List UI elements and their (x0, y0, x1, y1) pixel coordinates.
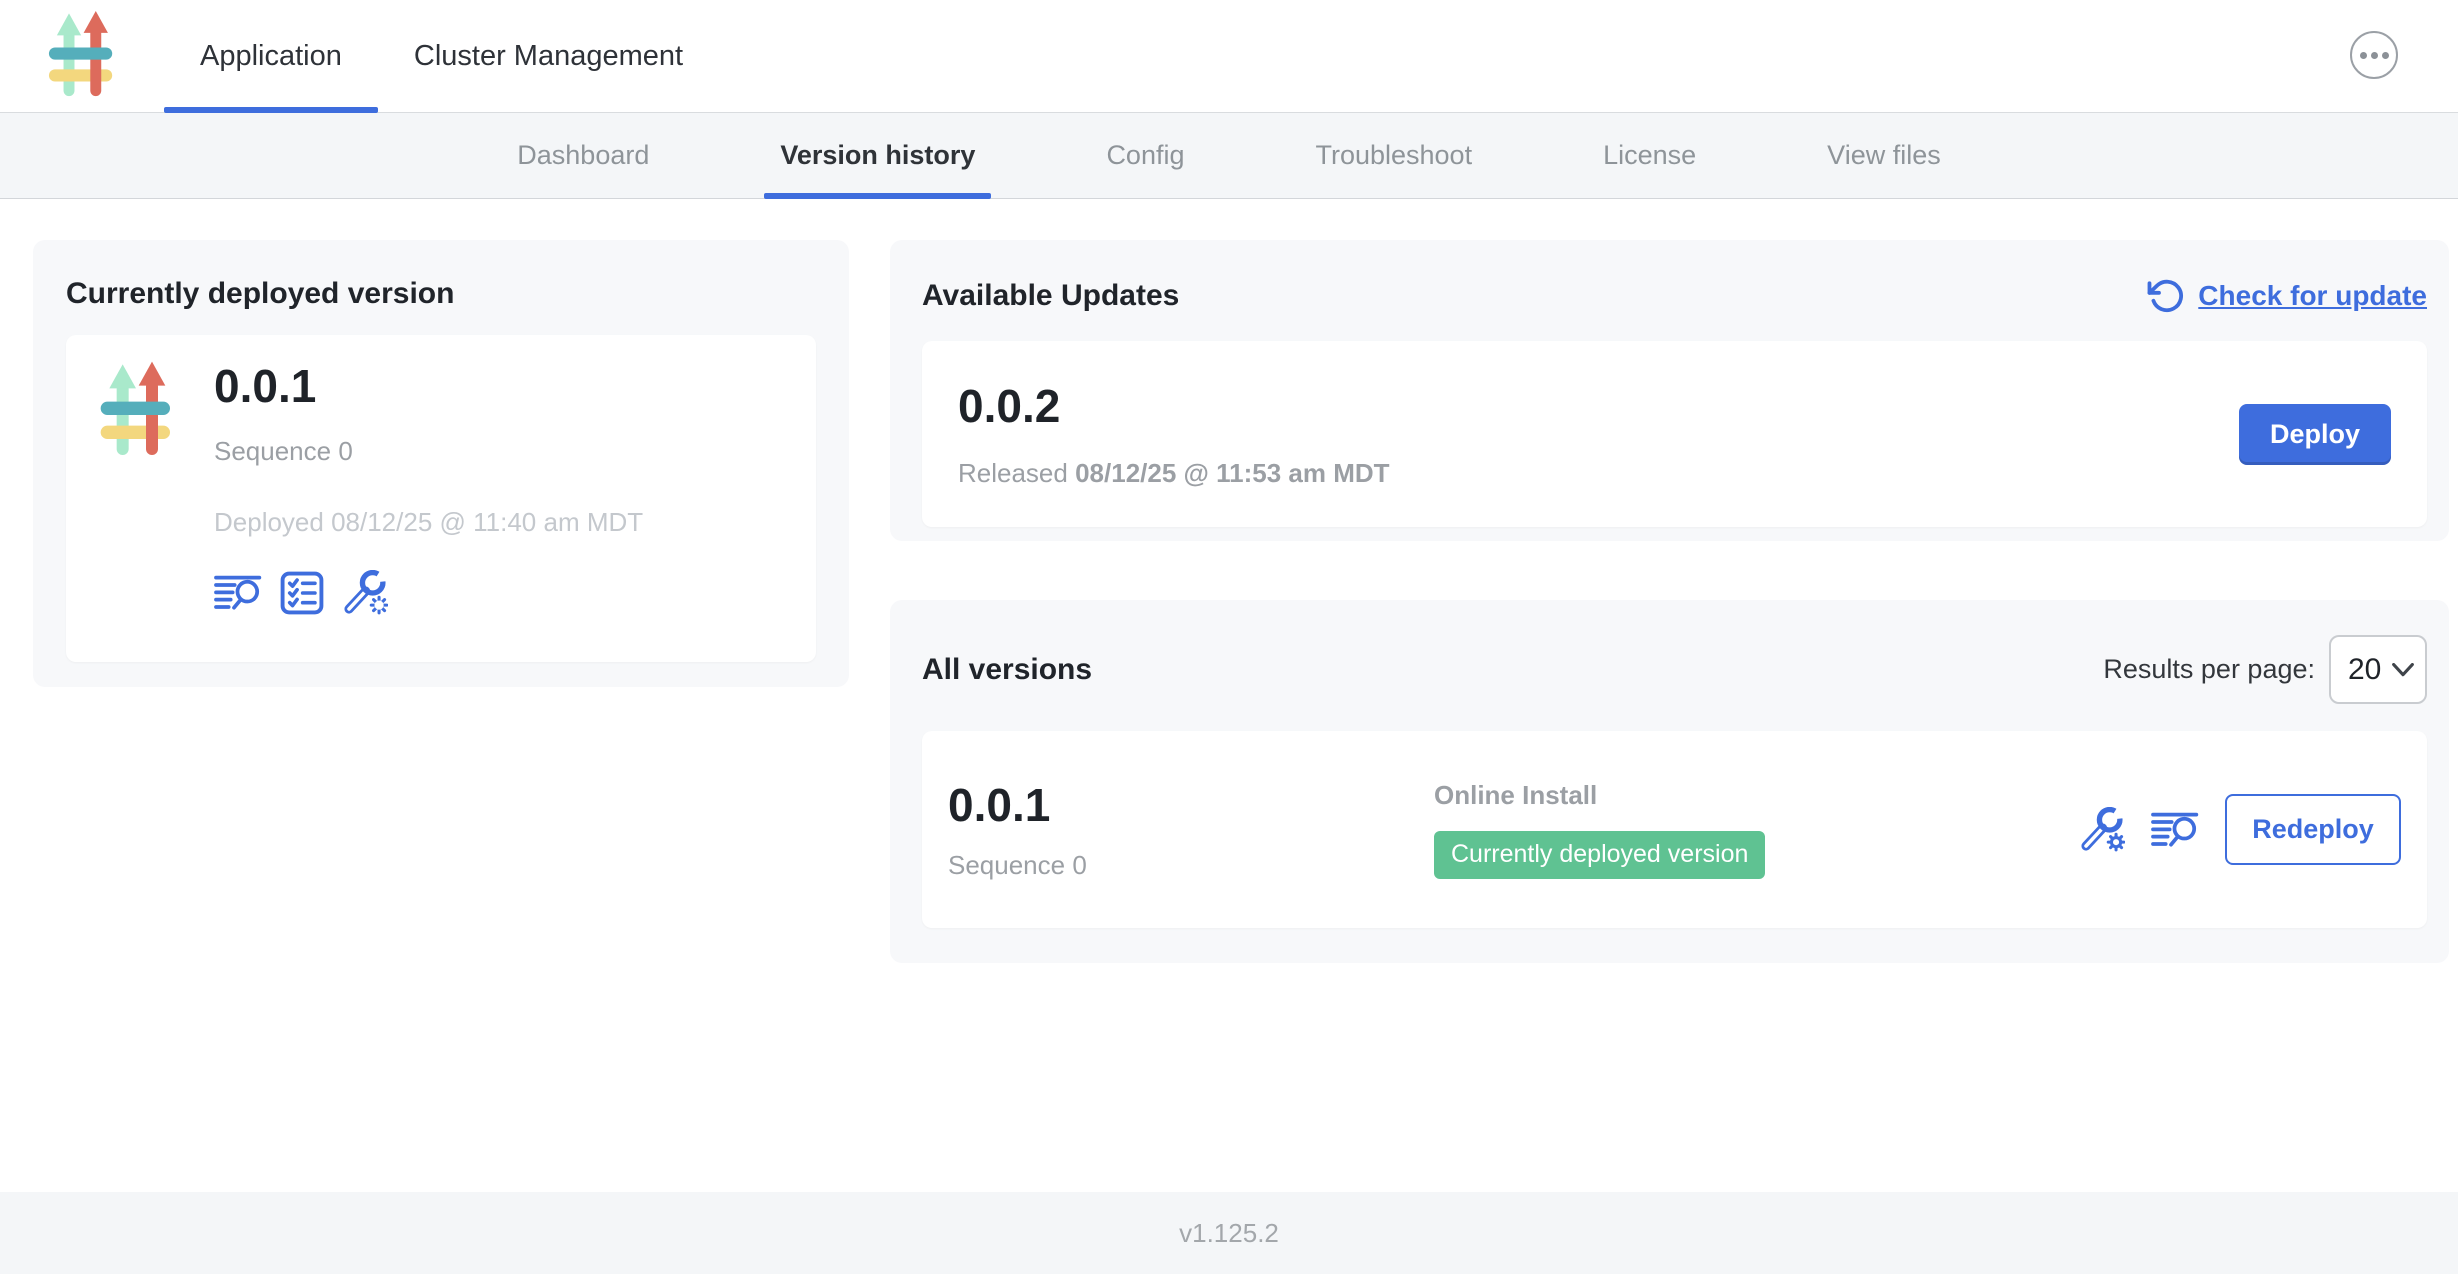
deployed-version-panel: 0.0.1 Sequence 0 Deployed 08/12/25 @ 11:… (66, 335, 816, 662)
main-content: Currently deployed version 0.0 (0, 199, 2458, 1192)
all-versions-title: All versions (922, 653, 1092, 687)
version-row-status: Online Install Currently deployed versio… (1434, 780, 2079, 879)
ellipsis-menu-button[interactable] (2350, 31, 2398, 79)
version-row: 0.0.1 Sequence 0 Online Install Currentl… (922, 731, 2427, 928)
results-per-page-select[interactable]: 20 (2329, 635, 2427, 704)
nav-tab-cluster-management-label: Cluster Management (414, 40, 683, 73)
ellipsis-dot (2360, 52, 2367, 59)
tab-view-files-label: View files (1827, 140, 1941, 171)
console-footer: v1.125.2 (0, 1192, 2458, 1274)
app-subnav: Dashboard Version history Config Trouble… (0, 113, 2458, 199)
admin-console-screen: Application Cluster Management Dashboard… (0, 0, 2458, 1274)
deploy-button[interactable]: Deploy (2239, 404, 2391, 465)
tab-troubleshoot[interactable]: Troubleshoot (1299, 113, 1488, 198)
refresh-icon (2146, 277, 2184, 315)
version-row-sequence: Sequence 0 (948, 850, 1434, 881)
deployed-sequence: Sequence 0 (214, 436, 643, 467)
tab-license[interactable]: License (1587, 113, 1712, 198)
config-wrench-icon[interactable] (342, 570, 388, 616)
logs-icon[interactable] (2151, 810, 2199, 850)
ellipsis-dot (2382, 52, 2389, 59)
install-type-label: Online Install (1434, 780, 2079, 811)
tab-dashboard-label: Dashboard (517, 140, 649, 171)
results-per-page-group: Results per page: 20 (2103, 635, 2427, 704)
deployed-version-info: 0.0.1 Sequence 0 Deployed 08/12/25 @ 11:… (214, 359, 643, 638)
app-logo-icon (98, 361, 178, 461)
app-logo-icon (46, 11, 120, 101)
config-wrench-icon[interactable] (2079, 807, 2125, 853)
available-updates-title: Available Updates (922, 279, 1179, 313)
available-updates-card: Available Updates Check for update 0.0.2… (890, 240, 2449, 541)
app-logo (46, 11, 120, 101)
currently-deployed-card: Currently deployed version 0.0 (33, 240, 849, 687)
results-per-page-label: Results per page: (2103, 654, 2315, 685)
version-row-actions: Redeploy (2079, 794, 2401, 865)
ellipsis-dot (2371, 52, 2378, 59)
deployed-actions (214, 570, 643, 616)
update-row: 0.0.2 Released 08/12/25 @ 11:53 am MDT D… (922, 341, 2427, 527)
all-versions-card: All versions Results per page: 20 (890, 600, 2449, 963)
update-info: 0.0.2 Released 08/12/25 @ 11:53 am MDT (958, 379, 1390, 489)
deployed-column: Currently deployed version 0.0 (33, 240, 849, 687)
versions-column: Available Updates Check for update 0.0.2… (890, 240, 2449, 963)
tab-dashboard[interactable]: Dashboard (501, 113, 665, 198)
console-version: v1.125.2 (1179, 1218, 1279, 1249)
update-released-timestamp: Released 08/12/25 @ 11:53 am MDT (958, 458, 1390, 489)
tab-config[interactable]: Config (1090, 113, 1200, 198)
currently-deployed-badge: Currently deployed version (1434, 831, 1765, 879)
tab-license-label: License (1603, 140, 1696, 171)
tab-version-history[interactable]: Version history (764, 113, 991, 198)
tab-view-files[interactable]: View files (1811, 113, 1957, 198)
check-for-update-label: Check for update (2198, 280, 2427, 312)
nav-tab-application[interactable]: Application (164, 0, 378, 112)
deployed-timestamp: Deployed 08/12/25 @ 11:40 am MDT (214, 507, 643, 538)
tab-troubleshoot-label: Troubleshoot (1315, 140, 1472, 171)
released-date: 08/12/25 @ 11:53 am MDT (1075, 458, 1389, 488)
preflight-checklist-icon[interactable] (280, 571, 324, 615)
version-row-number: 0.0.1 (948, 778, 1434, 833)
nav-tab-cluster-management[interactable]: Cluster Management (378, 0, 719, 112)
check-for-update-link[interactable]: Check for update (2146, 277, 2427, 315)
nav-tab-application-label: Application (200, 40, 342, 73)
deployed-card-title: Currently deployed version (66, 277, 816, 311)
tab-config-label: Config (1106, 140, 1184, 171)
logs-icon[interactable] (214, 573, 262, 613)
update-version-number: 0.0.2 (958, 379, 1390, 434)
tab-version-history-label: Version history (780, 140, 975, 171)
deployed-version-number: 0.0.1 (214, 359, 643, 414)
version-row-info: 0.0.1 Sequence 0 (948, 778, 1434, 880)
top-navbar: Application Cluster Management (0, 0, 2458, 113)
redeploy-button[interactable]: Redeploy (2225, 794, 2401, 865)
released-label: Released (958, 458, 1068, 488)
